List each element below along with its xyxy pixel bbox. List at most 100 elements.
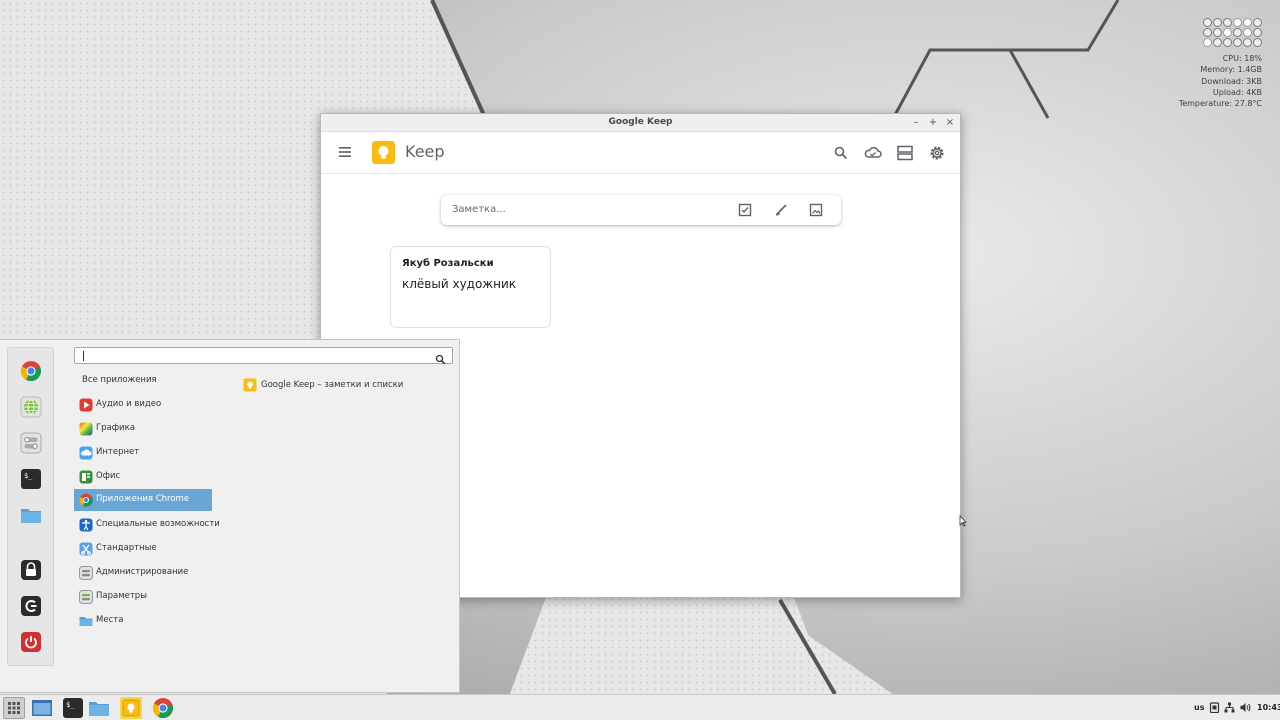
category-label: Интернет [96, 447, 140, 457]
favorite-lock[interactable] [20, 559, 42, 581]
category-audio-video[interactable]: Аудио и видео [74, 394, 212, 416]
category-accessibility[interactable]: Специальные возможности [74, 514, 220, 536]
keep-app-name[interactable]: Keep [405, 142, 445, 161]
hamburger-menu-icon[interactable] [336, 143, 354, 161]
conky-dot [1233, 18, 1242, 27]
desktop-icon [32, 700, 52, 716]
chrome-icon [152, 698, 173, 719]
maximize-button[interactable]: + [926, 116, 940, 130]
accessories-icon [79, 542, 93, 556]
settings-icon[interactable] [927, 143, 947, 163]
note-body: клёвый художник [402, 277, 517, 291]
category-label: Администрирование [96, 567, 189, 577]
take-note-placeholder[interactable]: Заметка... [452, 204, 506, 215]
close-button[interactable]: × [943, 116, 957, 130]
keep-icon [122, 699, 140, 717]
terminal-launcher[interactable]: $_ [62, 697, 84, 719]
conky-dot [1243, 18, 1252, 27]
favorites-column: $_ [7, 347, 54, 666]
category-label: Стандартные [96, 543, 157, 553]
conky-dot [1203, 18, 1212, 27]
menu-search-input[interactable] [74, 347, 453, 364]
favorite-settings[interactable] [20, 432, 42, 454]
keep-icon [243, 377, 257, 392]
cloud-icon[interactable] [863, 143, 883, 163]
favorite-web[interactable] [20, 396, 42, 418]
take-note-bar[interactable]: Заметка... [441, 195, 841, 225]
svg-text:$_: $_ [24, 472, 33, 480]
clipboard-icon[interactable] [1209, 702, 1220, 713]
volume-icon[interactable] [1240, 702, 1251, 713]
category-preferences[interactable]: Параметры [74, 586, 212, 608]
temperature-readout: Temperature: 27.8°C [1178, 99, 1262, 109]
conky-dot [1233, 28, 1242, 37]
chrome-task-button[interactable] [152, 697, 174, 719]
app-item-google-keep[interactable]: Google Keep – заметки и списки [243, 377, 443, 393]
places-icon [79, 614, 93, 628]
conky-dot [1253, 28, 1262, 37]
application-menu: $_ Все приложения Аудио и видео Графика … [0, 339, 460, 693]
cpu-readout: CPU: 18% [1222, 54, 1262, 63]
favorite-chrome[interactable] [20, 360, 42, 382]
folder-icon [21, 509, 41, 523]
memory-readout: Memory: 1.4GB [1200, 65, 1262, 75]
category-places[interactable]: Места [74, 610, 212, 632]
terminal-icon: $_ [21, 469, 41, 489]
minimize-button[interactable]: – [909, 116, 923, 130]
category-chrome-apps[interactable]: Приложения Chrome [74, 489, 212, 511]
keep-header: Keep [321, 132, 960, 174]
files-icon [89, 702, 109, 716]
brush-icon[interactable] [773, 202, 789, 218]
web-icon [20, 396, 42, 418]
favorite-power[interactable] [20, 631, 42, 653]
window-titlebar[interactable]: Google Keep – + × [321, 114, 960, 132]
note-title: Якуб Розальски [402, 258, 494, 269]
clock[interactable]: 10:43 [1257, 703, 1280, 712]
power-icon [21, 632, 41, 652]
lock-icon [21, 560, 41, 580]
category-label: Специальные возможности [96, 519, 220, 529]
conky-dot [1253, 38, 1262, 47]
conky-dot [1243, 28, 1252, 37]
download-readout: Download: 3KB [1201, 76, 1262, 86]
category-label: Приложения Chrome [96, 494, 190, 504]
office-icon [79, 470, 93, 484]
view-toggle-icon[interactable] [895, 143, 915, 163]
keep-task-button[interactable] [120, 697, 142, 719]
files-launcher[interactable] [88, 697, 110, 719]
system-monitor-widget: CPU: 18% Memory: 1.4GB Download: 3KB Upl… [1150, 18, 1262, 109]
text-caret [83, 351, 84, 361]
show-desktop-button[interactable] [31, 697, 53, 719]
conky-dot [1213, 38, 1222, 47]
note-card[interactable]: Якуб Розальски клёвый художник [390, 246, 551, 328]
checkbox-icon[interactable] [737, 202, 753, 218]
category-office[interactable]: Офис [74, 466, 212, 488]
favorite-logout[interactable] [20, 595, 42, 617]
keep-logo-icon[interactable] [371, 140, 396, 165]
window-title: Google Keep [608, 117, 673, 127]
conky-dot-grid [1150, 18, 1262, 47]
category-label: Аудио и видео [96, 399, 162, 409]
conky-dot [1223, 18, 1232, 27]
category-internet[interactable]: Интернет [74, 442, 212, 464]
category-administration[interactable]: Администрирование [74, 562, 212, 584]
keyboard-layout-indicator[interactable]: us [1194, 703, 1204, 712]
chrome-icon [79, 493, 93, 507]
category-accessories[interactable]: Стандартные [74, 538, 212, 560]
category-label: Офис [96, 471, 121, 481]
search-icon[interactable] [831, 143, 851, 163]
favorite-terminal[interactable]: $_ [20, 468, 42, 490]
conky-dot [1223, 28, 1232, 37]
category-all-apps[interactable]: Все приложения [74, 370, 212, 392]
media-icon [79, 398, 93, 412]
search-icon[interactable] [435, 350, 446, 365]
network-icon[interactable] [1224, 702, 1235, 713]
image-icon[interactable] [808, 202, 824, 218]
category-graphics[interactable]: Графика [74, 418, 212, 440]
conky-dot [1233, 38, 1242, 47]
internet-icon [79, 446, 93, 460]
favorite-folder[interactable] [20, 504, 42, 526]
taskbar: $_ us 10:43 [0, 694, 1280, 720]
category-label: Все приложения [82, 375, 157, 385]
menu-button[interactable] [3, 697, 25, 719]
